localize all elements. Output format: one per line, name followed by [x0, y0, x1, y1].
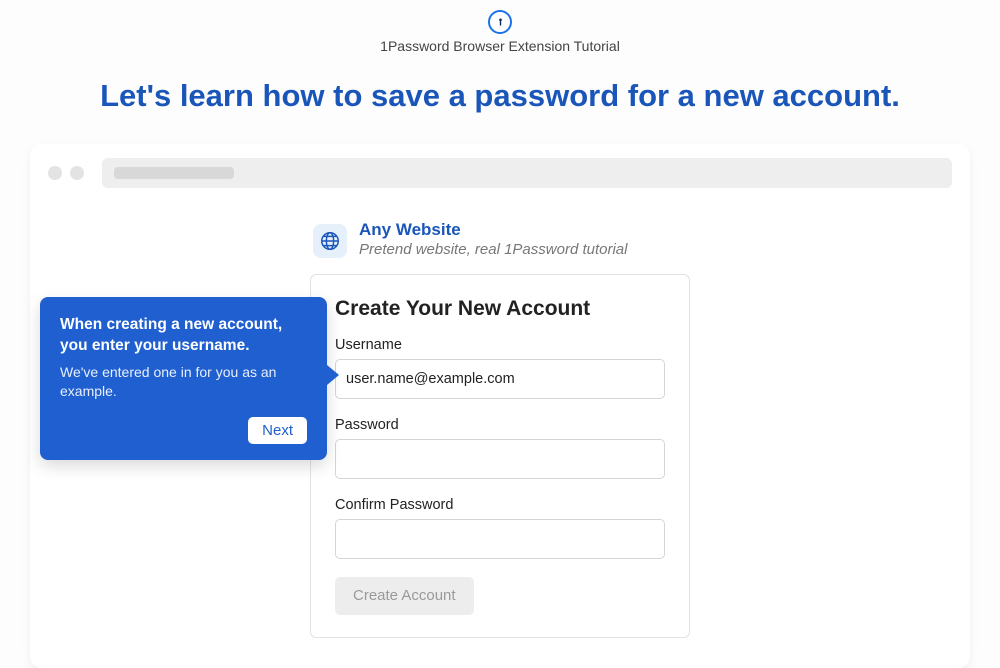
password-label: Password	[335, 417, 665, 433]
window-control-dot	[70, 166, 84, 180]
globe-icon	[313, 224, 347, 258]
browser-mockup: Any Website Pretend website, real 1Passw…	[30, 144, 970, 668]
url-bar	[102, 158, 952, 188]
create-account-button[interactable]: Create Account	[335, 577, 474, 615]
confirm-password-input[interactable]	[335, 519, 665, 559]
tooltip-body: We've entered one in for you as an examp…	[60, 363, 307, 401]
tutorial-label: 1Password Browser Extension Tutorial	[380, 38, 620, 54]
username-label: Username	[335, 337, 665, 353]
window-control-dot	[48, 166, 62, 180]
onepassword-logo-icon	[488, 10, 512, 34]
username-input[interactable]	[335, 359, 665, 399]
page-headline: Let's learn how to save a password for a…	[100, 78, 900, 114]
tooltip-title: When creating a new account, you enter y…	[60, 315, 307, 357]
site-subtitle: Pretend website, real 1Password tutorial	[359, 240, 627, 260]
password-input[interactable]	[335, 439, 665, 479]
tutorial-tooltip: When creating a new account, you enter y…	[40, 297, 327, 460]
form-title: Create Your New Account	[335, 297, 665, 321]
url-placeholder	[114, 167, 234, 179]
site-header: Any Website Pretend website, real 1Passw…	[313, 220, 683, 260]
site-name: Any Website	[359, 220, 627, 240]
confirm-password-label: Confirm Password	[335, 497, 665, 513]
browser-chrome	[30, 158, 970, 188]
next-button[interactable]: Next	[248, 417, 307, 444]
signup-form: Create Your New Account Username Passwor…	[310, 274, 690, 638]
